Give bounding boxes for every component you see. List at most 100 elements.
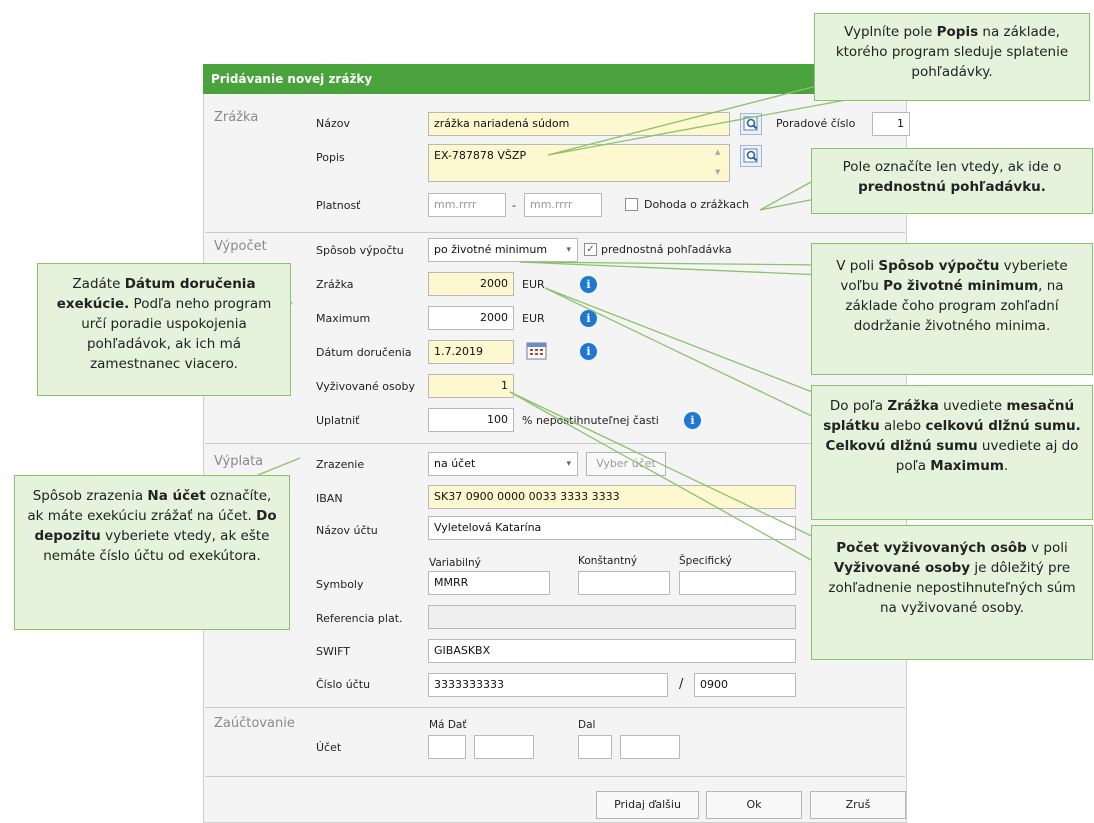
callout-zrazenie: Spôsob zrazenia Na účet označíte, ak mát…: [14, 475, 290, 630]
callout-bold: Zrážka: [887, 398, 939, 414]
popis-label: Popis: [316, 151, 345, 164]
zrazka-input[interactable]: 2000: [428, 272, 514, 296]
nazov-uctu-label: Názov účtu: [316, 524, 378, 537]
iban-label: IBAN: [316, 492, 343, 505]
cislo-uctu-slash: /: [679, 677, 684, 692]
section-zauctovanie: Zaúčtovanie: [214, 716, 295, 731]
callout-prednostna: Pole označíte len vtedy, ak ide o predno…: [811, 148, 1093, 214]
cislo-uctu-input[interactable]: 3333333333: [428, 673, 668, 697]
variabilny-input[interactable]: MMRR: [428, 571, 550, 595]
specificky-label: Špecifický: [679, 555, 732, 567]
sposob-vypoctu-select[interactable]: po životné minimum ▾: [428, 238, 578, 262]
sposob-vypoctu-value: po životné minimum: [434, 243, 548, 256]
ma-dat-label: Má Dať: [429, 719, 467, 731]
maximum-label: Maximum: [316, 312, 371, 325]
platnost-dash: -: [512, 199, 516, 212]
uplatnit-suffix: % nepostihnuteľnej časti: [522, 414, 659, 427]
separator: [205, 232, 905, 233]
callout-text: alebo: [879, 418, 926, 434]
info-icon[interactable]: i: [580, 343, 597, 360]
maximum-input[interactable]: 2000: [428, 306, 514, 330]
vyzivovane-osoby-label: Vyživované osoby: [316, 380, 415, 393]
callout-bold: Maximum: [930, 458, 1004, 474]
scroll-down-icon[interactable]: ▼: [715, 168, 720, 176]
specificky-input[interactable]: [679, 571, 796, 595]
callout-bold: Po životné minimum: [883, 278, 1039, 294]
vyber-ucet-button[interactable]: Vyber účet: [586, 452, 666, 476]
callout-text: uvediete: [938, 398, 1007, 414]
info-icon[interactable]: i: [580, 276, 597, 293]
callout-text: Zadáte: [72, 276, 125, 292]
platnost-od-input[interactable]: mm.rrrr: [428, 193, 506, 217]
ma-dat-synt-input[interactable]: [428, 735, 466, 759]
referencia-input[interactable]: [428, 605, 796, 629]
callout-text: Do poľa: [829, 398, 888, 414]
dal-synt-input[interactable]: [578, 735, 612, 759]
pridaj-dalsiu-button[interactable]: Pridaj ďalšiu: [596, 791, 699, 819]
datum-dorucenia-input[interactable]: 1.7.2019: [428, 340, 514, 364]
callout-text: V poli: [836, 258, 879, 274]
callout-bold: Počet vyživovaných osôb: [836, 540, 1027, 556]
uplatnit-input[interactable]: 100: [428, 408, 514, 432]
separator: [205, 776, 905, 777]
zrazka-label: Zrážka: [316, 278, 354, 291]
zrazenie-select[interactable]: na účet ▾: [428, 452, 578, 476]
info-icon[interactable]: i: [580, 310, 597, 327]
lookup-icon[interactable]: [740, 113, 762, 135]
info-icon[interactable]: i: [684, 412, 701, 429]
chevron-down-icon: ▾: [566, 459, 571, 469]
callout-text: Spôsob zrazenia: [32, 488, 148, 504]
swift-label: SWIFT: [316, 645, 350, 658]
callout-bold: Vyživované osoby: [833, 560, 971, 576]
kod-banky-input[interactable]: 0900: [694, 673, 796, 697]
prednostna-label: prednostná pohľadávka: [601, 243, 732, 256]
callout-vyzivovane: Počet vyživovaných osôb v poli Vyživovan…: [811, 525, 1093, 660]
konstantny-label: Konštantný: [578, 555, 638, 567]
platnost-do-input[interactable]: mm.rrrr: [524, 193, 602, 217]
section-vypocet: Výpočet: [214, 239, 267, 254]
symboly-label: Symboly: [316, 578, 364, 591]
iban-input[interactable]: SK37 0900 0000 0033 3333 3333: [428, 485, 796, 509]
prednostna-checkbox[interactable]: ✓: [584, 243, 597, 256]
ma-dat-anal-input[interactable]: [474, 735, 534, 759]
lookup-icon[interactable]: [740, 145, 762, 167]
callout-sposob: V poli Spôsob výpočtu vyberiete voľbu Po…: [811, 243, 1093, 375]
konstantny-input[interactable]: [578, 571, 670, 595]
poradove-cislo-input[interactable]: 1: [872, 112, 910, 136]
nazov-input[interactable]: zrážka nariadená súdom: [428, 112, 730, 136]
platnost-label: Platnosť: [316, 199, 361, 212]
dialog-title: Pridávanie novej zrážky: [203, 64, 907, 94]
separator: [205, 443, 905, 444]
dal-label: Dal: [578, 719, 596, 731]
callout-text: Vyplníte pole: [844, 24, 937, 40]
callout-bold: prednostnú pohľadávku.: [858, 179, 1046, 195]
callout-bold: Popis: [936, 24, 979, 40]
callout-text: v poli: [1026, 540, 1068, 556]
section-zrazka: Zrážka: [214, 110, 259, 125]
datum-dorucenia-label: Dátum doručenia: [316, 346, 412, 359]
separator: [205, 707, 905, 708]
uplatnit-label: Uplatniť: [316, 414, 360, 427]
zrazka-unit: EUR: [522, 278, 545, 291]
popis-input[interactable]: EX-787878 VŠZP: [428, 144, 730, 182]
dohoda-label: Dohoda o zrážkach: [644, 198, 750, 211]
sposob-vypoctu-label: Spôsob výpočtu: [316, 244, 404, 257]
calendar-icon[interactable]: [526, 341, 548, 361]
swift-input[interactable]: GIBASKBX: [428, 639, 796, 663]
vyzivovane-osoby-input[interactable]: 1: [428, 374, 514, 398]
ok-button[interactable]: Ok: [706, 791, 802, 819]
scroll-up-icon[interactable]: ▲: [715, 148, 720, 156]
poradove-cislo-label: Poradové číslo: [776, 117, 856, 130]
referencia-label: Referencia plat.: [316, 612, 403, 625]
maximum-unit: EUR: [522, 312, 545, 325]
nazov-uctu-input[interactable]: Vyletelová Katarína: [428, 516, 796, 540]
callout-text: .: [1003, 458, 1009, 474]
callout-popis: Vyplníte pole Popis na základe, ktorého …: [814, 13, 1090, 101]
nazov-label: Názov: [316, 117, 350, 130]
ucet-label: Účet: [316, 741, 342, 754]
dal-anal-input[interactable]: [620, 735, 680, 759]
zrus-button[interactable]: Zruš: [810, 791, 906, 819]
cislo-uctu-label: Číslo účtu: [316, 678, 371, 691]
dohoda-checkbox[interactable]: [625, 198, 638, 211]
callout-bold: Spôsob výpočtu: [878, 258, 1000, 274]
